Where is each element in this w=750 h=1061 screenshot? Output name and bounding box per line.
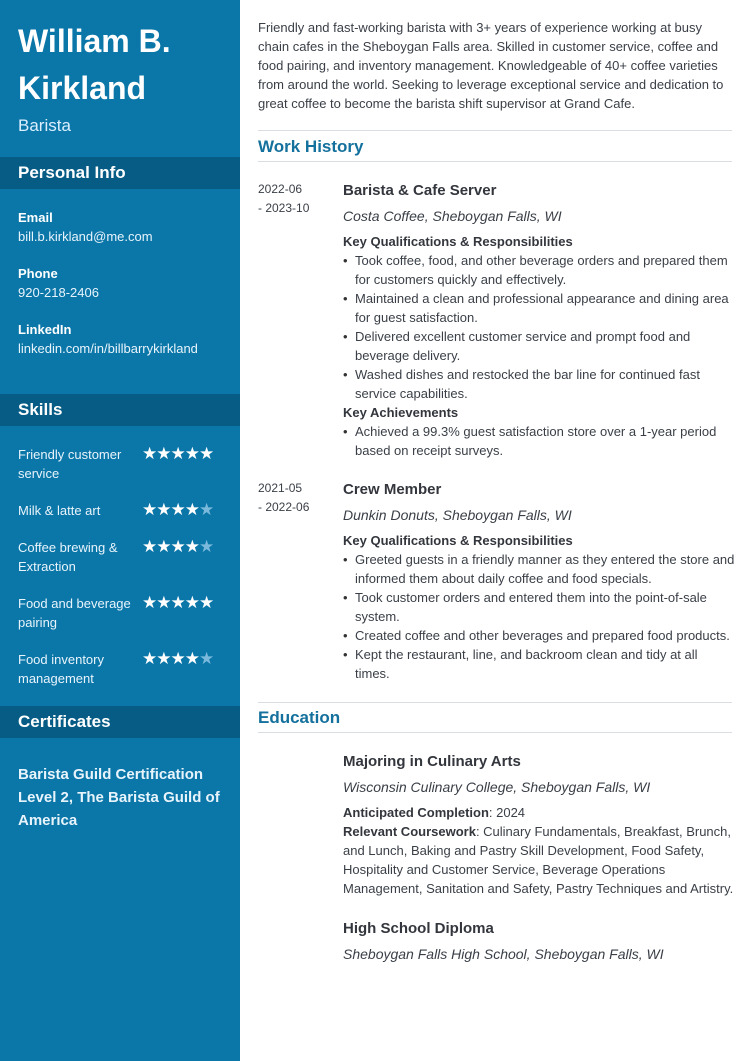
job-dates: 2022-06 - 2023-10	[258, 180, 328, 218]
work-history-title: Work History	[258, 137, 364, 156]
completion-label: Anticipated Completion	[343, 805, 489, 820]
list-item: Greeted guests in a friendly manner as t…	[343, 550, 735, 588]
job-title: Barista & Cafe Server	[343, 182, 497, 199]
coursework-label: Relevant Coursework	[343, 824, 476, 839]
list-item: Maintained a clean and professional appe…	[343, 289, 735, 327]
list-item: Washed dishes and restocked the bar line…	[343, 365, 735, 403]
star-filled-icon: ★	[170, 649, 186, 668]
skills-header: Skills	[0, 394, 240, 426]
list-item: Took customer orders and entered them in…	[343, 588, 735, 626]
star-rating: ★★★★★	[142, 649, 214, 668]
school: Wisconsin Culinary College, Sheboygan Fa…	[343, 779, 651, 795]
personal-info-header: Personal Info	[0, 157, 240, 189]
job-entry: Crew Member Dunkin Donuts, Sheboygan Fal…	[343, 480, 735, 683]
list-item: Created coffee and other beverages and p…	[343, 626, 735, 645]
list-item: Kept the restaurant, line, and backroom …	[343, 645, 735, 683]
star-filled-icon: ★	[184, 500, 200, 519]
job-title: Crew Member	[343, 481, 442, 498]
star-filled-icon: ★	[156, 444, 171, 463]
responsibilities-heading: Key Qualifications & Responsibilities	[343, 234, 573, 249]
star-filled-icon: ★	[184, 444, 200, 463]
date-start: 2022-06	[258, 182, 303, 196]
star-filled-icon: ★	[184, 537, 200, 556]
job-entry: Barista & Cafe Server Costa Coffee, Sheb…	[343, 181, 735, 460]
star-filled-icon: ★	[170, 537, 186, 556]
star-filled-icon: ★	[142, 593, 157, 612]
star-filled-icon: ★	[199, 593, 214, 612]
education-title: Education	[258, 708, 341, 727]
degree: Majoring in Culinary Arts	[343, 753, 521, 770]
degree: High School Diploma	[343, 920, 494, 937]
education-entry: High School Diploma Sheboygan Falls High…	[343, 919, 735, 963]
education-entry: Majoring in Culinary Arts Wisconsin Culi…	[343, 752, 735, 898]
star-filled-icon: ★	[142, 649, 157, 668]
star-filled-icon: ★	[156, 593, 171, 612]
sidebar: William B. Kirkland Barista Personal Inf…	[0, 0, 240, 1061]
job-company: Costa Coffee, Sheboygan Falls, WI	[343, 208, 562, 224]
responsibilities-list: Took coffee, food, and other beverage or…	[343, 251, 735, 403]
email-value[interactable]: bill.b.kirkland@me.com	[18, 229, 153, 244]
list-item: Delivered excellent customer service and…	[343, 327, 735, 365]
achievements-heading: Key Achievements	[343, 405, 459, 420]
skill-name: Food and beverage pairing	[18, 596, 131, 630]
star-filled-icon: ★	[170, 593, 186, 612]
star-filled-icon: ★	[199, 444, 214, 463]
phone-value[interactable]: 920-218-2406	[18, 285, 99, 300]
star-filled-icon: ★	[156, 649, 171, 668]
list-item: Took coffee, food, and other beverage or…	[343, 251, 735, 289]
linkedin-value[interactable]: linkedin.com/in/billbarrykirkland	[18, 341, 198, 356]
divider	[258, 702, 732, 703]
star-rating: ★★★★★	[142, 593, 214, 612]
skill-name: Milk & latte art	[18, 503, 101, 518]
phone-label: Phone	[18, 266, 58, 281]
job-company: Dunkin Donuts, Sheboygan Falls, WI	[343, 507, 572, 523]
star-rating: ★★★★★	[142, 500, 214, 519]
star-rating: ★★★★★	[142, 444, 214, 463]
star-empty-icon: ★	[199, 537, 214, 556]
star-filled-icon: ★	[184, 649, 200, 668]
divider	[258, 161, 732, 162]
list-item: Achieved a 99.3% guest satisfaction stor…	[343, 422, 735, 460]
responsibilities-list: Greeted guests in a friendly manner as t…	[343, 550, 735, 683]
star-filled-icon: ★	[142, 500, 157, 519]
candidate-role: Barista	[18, 116, 71, 135]
star-empty-icon: ★	[199, 649, 214, 668]
star-empty-icon: ★	[199, 500, 214, 519]
divider	[258, 130, 732, 131]
star-filled-icon: ★	[184, 593, 200, 612]
star-filled-icon: ★	[170, 444, 186, 463]
date-end: - 2023-10	[258, 201, 310, 215]
school: Sheboygan Falls High School, Sheboygan F…	[343, 946, 664, 962]
skill-name: Friendly customer service	[18, 447, 122, 481]
certificate-item: Barista Guild Certification Level 2, The…	[18, 766, 220, 829]
skill-name: Food inventory management	[18, 652, 104, 686]
responsibilities-heading: Key Qualifications & Responsibilities	[343, 533, 573, 548]
star-filled-icon: ★	[142, 444, 157, 463]
job-dates: 2021-05 - 2022-06	[258, 479, 328, 517]
date-start: 2021-05	[258, 481, 303, 495]
profile-summary: Friendly and fast-working barista with 3…	[258, 20, 724, 111]
star-filled-icon: ★	[156, 537, 171, 556]
certificates-header: Certificates	[0, 706, 240, 738]
star-filled-icon: ★	[156, 500, 171, 519]
email-label: Email	[18, 210, 53, 225]
star-filled-icon: ★	[170, 500, 186, 519]
date-end: - 2022-06	[258, 500, 310, 514]
star-filled-icon: ★	[142, 537, 157, 556]
coursework-line: Relevant Coursework: Culinary Fundamenta…	[343, 822, 735, 898]
divider	[258, 732, 732, 733]
star-rating: ★★★★★	[142, 537, 214, 556]
completion-line: Anticipated Completion: 2024	[343, 803, 735, 822]
achievements-list: Achieved a 99.3% guest satisfaction stor…	[343, 422, 735, 460]
linkedin-label: LinkedIn	[18, 322, 72, 337]
skill-name: Coffee brewing & Extraction	[18, 540, 118, 574]
completion-value: : 2024	[488, 805, 526, 820]
candidate-name: William B. Kirkland	[18, 23, 171, 106]
